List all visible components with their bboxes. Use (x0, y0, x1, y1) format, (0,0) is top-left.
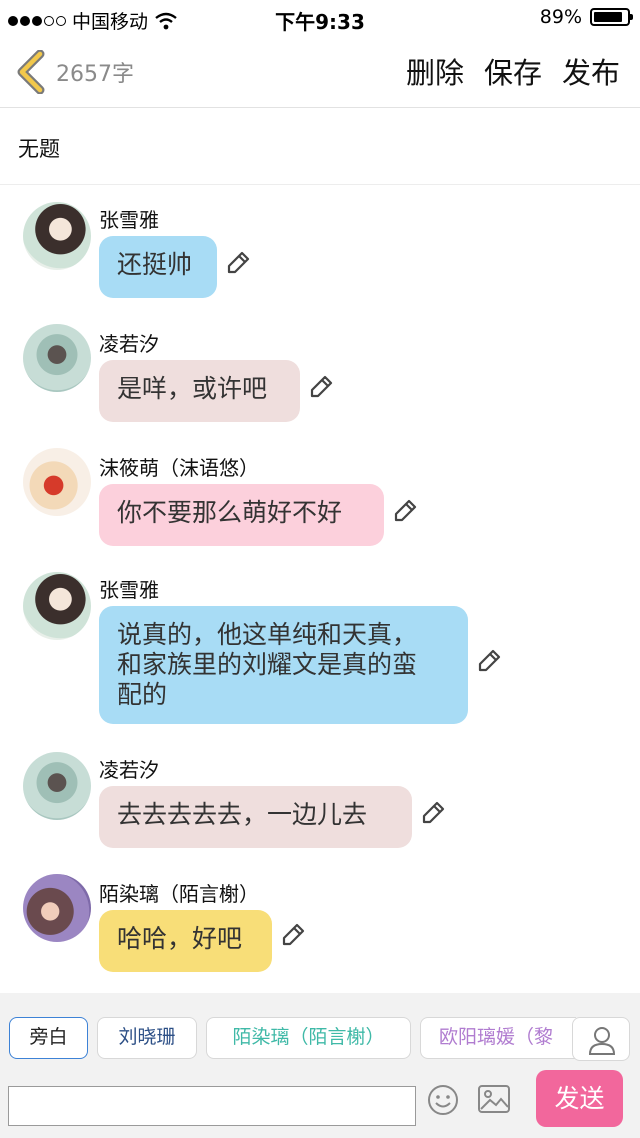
person-icon (588, 1027, 616, 1055)
top-nav-bar: 2657字 删除 保存 发布 (0, 36, 640, 108)
avatar[interactable] (23, 572, 91, 640)
sender-name: 张雪雅 (99, 578, 159, 602)
image-icon[interactable] (477, 1084, 511, 1114)
message-bubble[interactable]: 说真的，他这单纯和天真， 和家族里的刘耀文是真的蛮 配的 (99, 606, 468, 724)
sender-name: 凌若汐 (99, 758, 159, 782)
message-bubble[interactable]: 去去去去去，一边儿去 (99, 786, 412, 848)
edit-pencil-icon[interactable] (392, 498, 418, 524)
story-title-row[interactable]: 无题 (0, 109, 640, 185)
composer-panel: 旁白 刘晓珊 陌染璃（陌言榭） 欧阳璃媛（黎 发送 (0, 993, 640, 1138)
nav-actions: 删除 保存 发布 (406, 50, 620, 92)
save-button[interactable]: 保存 (484, 50, 542, 92)
word-count: 2657字 (56, 62, 134, 87)
avatar[interactable] (23, 752, 91, 820)
delete-button[interactable]: 删除 (406, 50, 464, 92)
message-list[interactable]: 张雪雅 还挺帅 凌若汐 是咩，或许吧 沫筱萌（沫语悠） 你不要那么萌好不好 张雪… (0, 186, 640, 992)
edit-pencil-icon[interactable] (280, 922, 306, 948)
character-chip[interactable]: 欧阳璃媛（黎 (420, 1017, 576, 1059)
chevron-left-icon[interactable] (14, 50, 50, 94)
character-chip[interactable]: 陌染璃（陌言榭） (206, 1017, 411, 1059)
emoji-icon[interactable] (426, 1083, 460, 1117)
sender-name: 陌染璃（陌言榭） (99, 882, 259, 906)
message-bubble[interactable]: 你不要那么萌好不好 (99, 484, 384, 546)
sender-name: 凌若汐 (99, 332, 159, 356)
avatar[interactable] (23, 324, 91, 392)
battery-icon (590, 8, 633, 26)
edit-pencil-icon[interactable] (476, 648, 502, 674)
send-button[interactable]: 发送 (536, 1070, 623, 1127)
sender-name: 张雪雅 (99, 208, 159, 232)
status-right: 89% (539, 6, 633, 28)
character-chip[interactable]: 刘晓珊 (97, 1017, 197, 1059)
avatar[interactable] (23, 202, 91, 270)
story-title[interactable]: 无题 (18, 133, 60, 163)
message-bubble[interactable]: 是咩，或许吧 (99, 360, 300, 422)
edit-pencil-icon[interactable] (308, 374, 334, 400)
avatar[interactable] (23, 874, 91, 942)
message-bubble[interactable]: 还挺帅 (99, 236, 217, 298)
avatar[interactable] (23, 448, 91, 516)
message-input[interactable] (8, 1086, 416, 1126)
character-chip[interactable]: 旁白 (9, 1017, 88, 1059)
character-selector[interactable]: 旁白 刘晓珊 陌染璃（陌言榭） 欧阳璃媛（黎 (0, 1017, 576, 1061)
edit-pencil-icon[interactable] (420, 800, 446, 826)
publish-button[interactable]: 发布 (562, 50, 620, 92)
status-bar: 中国移动 下午9:33 89% (0, 0, 640, 36)
edit-pencil-icon[interactable] (225, 250, 251, 276)
add-character-button[interactable] (572, 1017, 630, 1061)
battery-percentage: 89% (539, 6, 582, 28)
message-bubble[interactable]: 哈哈，好吧 (99, 910, 272, 972)
sender-name: 沫筱萌（沫语悠） (99, 456, 259, 480)
